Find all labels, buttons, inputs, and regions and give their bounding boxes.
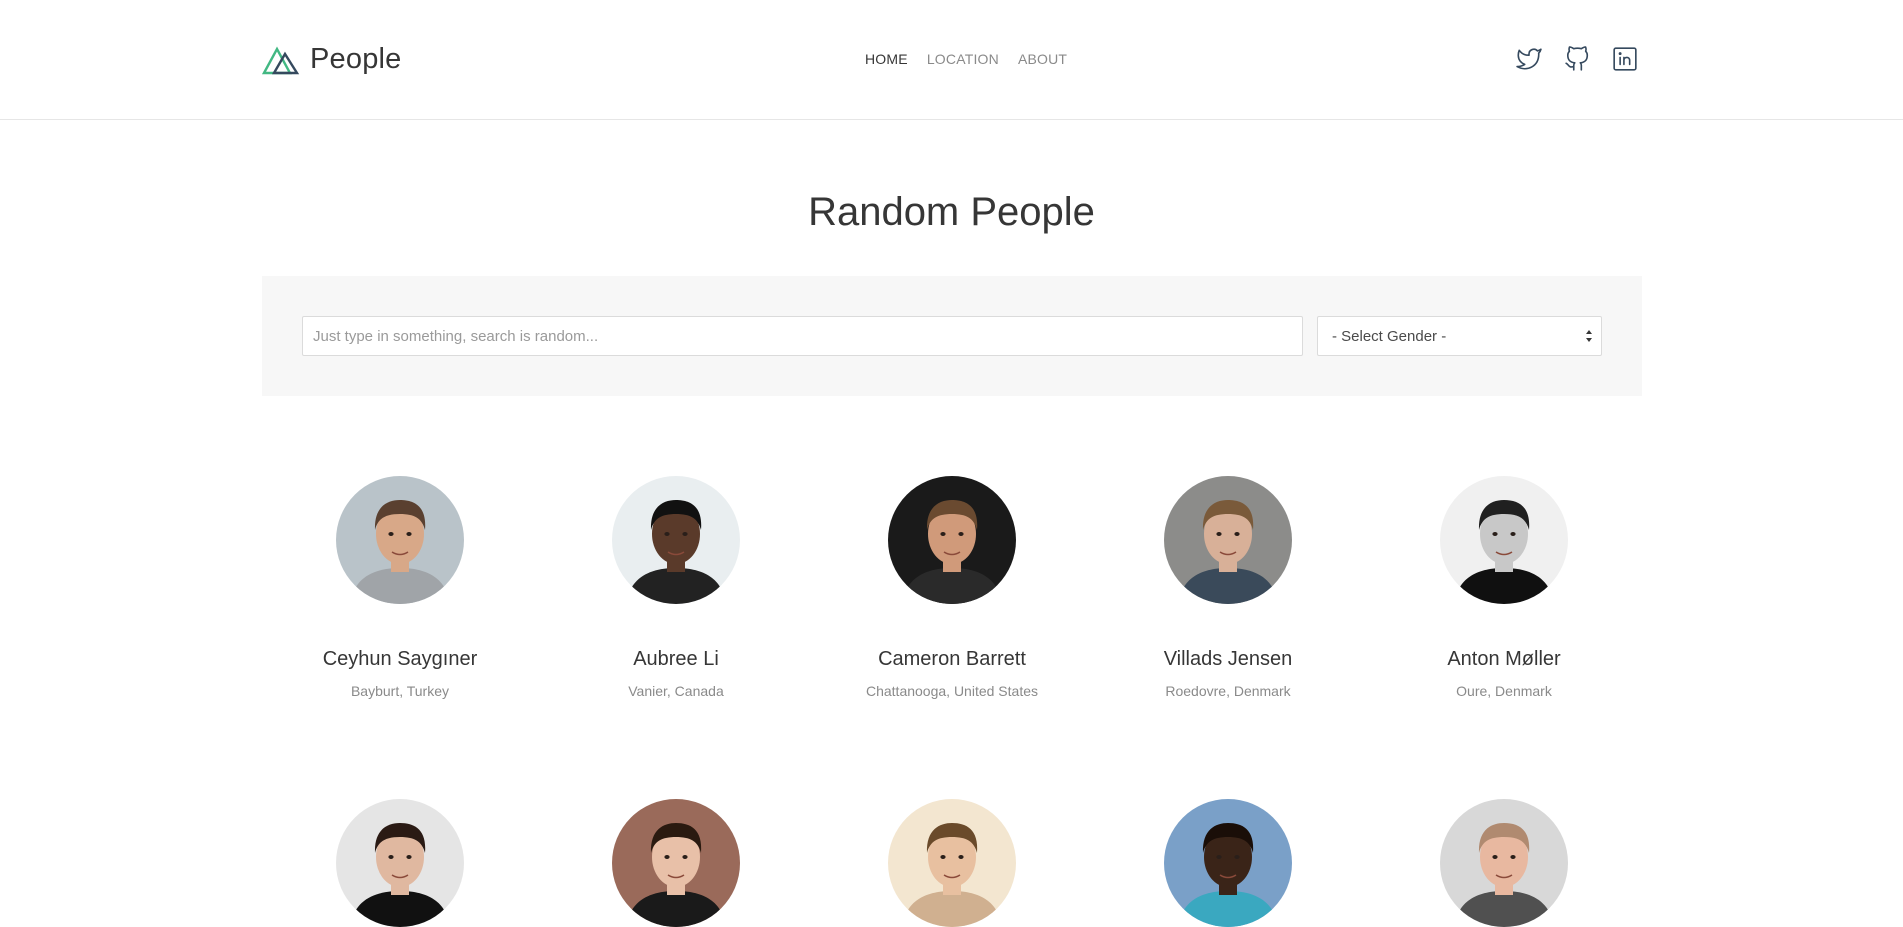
person-location: Chattanooga, United States — [865, 683, 1038, 699]
gender-select[interactable]: - Select Gender - — [1317, 316, 1602, 356]
portrait-photo — [336, 476, 464, 604]
linkedin-icon — [1613, 47, 1637, 71]
avatar — [888, 476, 1016, 604]
search-input[interactable] — [302, 316, 1303, 356]
github-link[interactable] — [1564, 46, 1590, 72]
top-navbar: People HOME LOCATION ABOUT — [0, 0, 1903, 120]
person-card[interactable]: Anton Møller Oure, Denmark — [1366, 476, 1642, 699]
linkedin-link[interactable] — [1612, 46, 1638, 72]
person-name: Cameron Barrett — [878, 648, 1026, 670]
social-links — [1516, 46, 1638, 72]
avatar — [336, 476, 464, 604]
portrait-photo — [1440, 799, 1568, 927]
person-location: Bayburt, Turkey — [350, 683, 450, 699]
portrait-photo — [612, 799, 740, 927]
avatar — [612, 476, 740, 604]
select-arrows-icon — [1586, 330, 1592, 342]
page-title: Random People — [808, 190, 1095, 234]
portrait-photo — [612, 476, 740, 604]
people-logo-icon — [262, 45, 300, 74]
portrait-photo — [1440, 476, 1568, 604]
person-name: Aubree Li — [633, 648, 719, 670]
person-card[interactable]: Villads Jensen Roedovre, Denmark — [1090, 476, 1366, 699]
github-icon — [1565, 46, 1589, 71]
person-location: Oure, Denmark — [1456, 683, 1552, 699]
person-card[interactable] — [814, 799, 1090, 927]
nav-item-home[interactable]: HOME — [865, 51, 908, 67]
avatar — [1440, 476, 1568, 604]
portrait-photo — [888, 799, 1016, 927]
portrait-photo — [888, 476, 1016, 604]
person-name: Ceyhun Saygıner — [322, 648, 478, 670]
brand[interactable]: People — [262, 43, 402, 76]
twitter-icon — [1516, 48, 1542, 70]
portrait-photo — [1164, 476, 1292, 604]
person-location: Roedovre, Denmark — [1165, 683, 1291, 699]
avatar — [1440, 799, 1568, 927]
person-card[interactable]: Aubree Li Vanier, Canada — [538, 476, 814, 699]
person-card[interactable] — [1366, 799, 1642, 927]
portrait-photo — [1164, 799, 1292, 927]
portrait-photo — [336, 799, 464, 927]
person-card[interactable] — [262, 799, 538, 927]
nav-item-about[interactable]: ABOUT — [1018, 51, 1067, 67]
avatar — [336, 799, 464, 927]
person-card[interactable]: Ceyhun Saygıner Bayburt, Turkey — [262, 476, 538, 699]
person-card[interactable] — [538, 799, 814, 927]
avatar — [888, 799, 1016, 927]
person-card[interactable]: Cameron Barrett Chattanooga, United Stat… — [814, 476, 1090, 699]
brand-name: People — [310, 43, 402, 75]
person-location: Vanier, Canada — [628, 683, 724, 699]
avatar — [1164, 476, 1292, 604]
main-nav: HOME LOCATION ABOUT — [865, 51, 1067, 67]
twitter-link[interactable] — [1516, 46, 1542, 72]
person-card[interactable] — [1090, 799, 1366, 927]
avatar — [1164, 799, 1292, 927]
person-name: Anton Møller — [1447, 648, 1561, 670]
gender-select-value: - Select Gender - — [1332, 328, 1447, 345]
avatar — [612, 799, 740, 927]
nav-item-location[interactable]: LOCATION — [927, 51, 999, 67]
search-panel: - Select Gender - — [262, 276, 1642, 396]
person-name: Villads Jensen — [1163, 648, 1293, 670]
